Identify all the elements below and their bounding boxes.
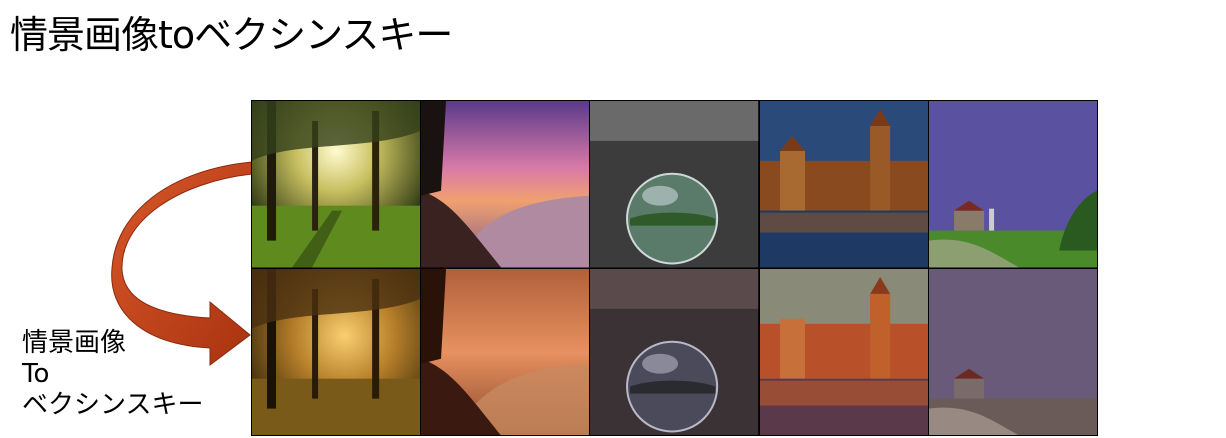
image-farm-field-stylized bbox=[928, 268, 1097, 435]
side-label-line3: ベクシンスキー bbox=[22, 390, 204, 420]
side-label-line2: To bbox=[22, 359, 50, 389]
image-grid bbox=[251, 100, 1098, 436]
side-label-line1: 情景画像 bbox=[22, 328, 127, 358]
image-pink-sunset-beach bbox=[421, 101, 590, 268]
image-sunlit-forest-stylized bbox=[252, 268, 421, 435]
image-glass-sphere bbox=[590, 101, 759, 268]
side-label: 情景画像 To ベクシンスキー bbox=[22, 328, 203, 421]
image-glass-sphere-stylized bbox=[590, 268, 759, 435]
image-sunlit-forest bbox=[252, 101, 421, 268]
image-canal-town-stylized bbox=[759, 268, 928, 435]
page-title: 情景画像toベクシンスキー bbox=[10, 13, 453, 57]
image-beach-stylized bbox=[421, 268, 590, 435]
image-farm-field-purple-sky bbox=[928, 101, 1097, 268]
image-canal-town bbox=[759, 101, 928, 268]
